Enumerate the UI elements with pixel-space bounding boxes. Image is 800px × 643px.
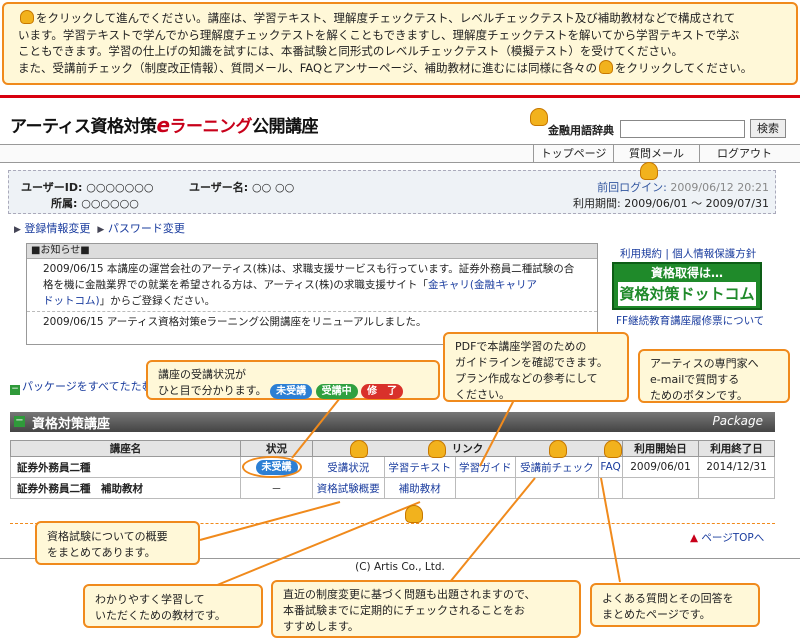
app-page: アーティス資格対策eラーニング公開講座 金融用語辞典 検索 トップページ 質問メ… bbox=[0, 98, 800, 575]
link-study-status[interactable]: 受講状況 bbox=[327, 462, 369, 474]
user-org: 所属: ○○○○○○ bbox=[51, 197, 139, 210]
column-header: 講座名 bbox=[10, 440, 241, 457]
link-faq[interactable]: FAQ bbox=[600, 461, 620, 473]
triangle-icon: ▶ bbox=[97, 225, 105, 235]
table-row: 証券外務員二種 未受講 受講状況 学習テキスト 学習ガイド 受講前チェック FA… bbox=[10, 456, 775, 478]
nav-logout[interactable]: ログアウト bbox=[699, 145, 789, 163]
instruction-note: をクリックして進んでください。講座は、学習テキスト、理解度チェックテスト、レベル… bbox=[2, 2, 798, 85]
triangle-icon: ▶ bbox=[14, 225, 21, 235]
column-header: 状況 bbox=[240, 440, 313, 457]
hand-pointer-icon bbox=[640, 162, 658, 180]
link-exam-overview[interactable]: 資格試験概要 bbox=[317, 483, 380, 495]
badge-completed: 修 了 bbox=[361, 384, 404, 399]
user-links: ▶ 登録情報変更 ▶ パスワード変更 bbox=[14, 220, 185, 236]
column-header: 利用開始日 bbox=[622, 440, 699, 457]
kincareer-link[interactable]: 金キャリ(金融キャリア bbox=[428, 279, 537, 291]
minus-icon: − bbox=[10, 384, 20, 395]
link-pre-check[interactable]: 受講前チェック bbox=[520, 462, 594, 474]
collapse-all-link[interactable]: − パッケージをすべてたたむ bbox=[10, 378, 153, 395]
link-change-password[interactable]: パスワード変更 bbox=[108, 222, 185, 235]
link-edit-registration[interactable]: 登録情報変更 bbox=[24, 222, 90, 235]
policy-links: 利用規約 | 個人情報保護方針 bbox=[620, 248, 757, 260]
link-ff-education[interactable]: FF継続教育講座履修票について bbox=[616, 313, 764, 328]
site-logo[interactable]: アーティス資格対策eラーニング公開講座 bbox=[10, 112, 319, 137]
overview-callout: 資格試験についての概要 をまとめてあります。 bbox=[35, 521, 200, 565]
guide-callout: PDFで本講座学習のための ガイドラインを確認できます。 プラン作成などの参考に… bbox=[443, 332, 629, 402]
link-aux-material[interactable]: 補助教材 bbox=[399, 483, 441, 495]
badge-not-started: 未受講 bbox=[270, 384, 313, 399]
hand-pointer-icon bbox=[350, 440, 368, 458]
note-line: また、受講前チェック（制度改正情報）、質問メール、FAQとアンサーページ、補助教… bbox=[18, 60, 597, 75]
minus-icon[interactable]: − bbox=[14, 416, 25, 427]
page-top-link[interactable]: ▲ ページTOPへ bbox=[690, 530, 764, 545]
note-line: こともできます。学習の仕上げの知識を試すには、本番試験と同形式のレベルチェックテ… bbox=[18, 44, 684, 58]
news-item: 2009/06/15 本講座の運営会社のアーティス(株)は、求職支援サービスも行… bbox=[27, 259, 597, 312]
last-login: 前回ログイン: 2009/06/12 20:21 bbox=[597, 181, 769, 194]
user-info-box: ユーザーID: ○○○○○○○ ユーザー名: ○○ ○○ 所属: ○○○○○○ … bbox=[8, 170, 776, 214]
glossary-label: 金融用語辞典 bbox=[548, 124, 614, 137]
hand-pointer-icon bbox=[428, 440, 446, 458]
nav-top-page[interactable]: トップページ bbox=[533, 145, 613, 163]
package-table: 講座名 状況 リンク 利用開始日 利用終了日 証券外務員二種 未受講 受講状況 … bbox=[10, 440, 775, 499]
usage-period: 利用期間: 2009/06/01 ～ 2009/07/31 bbox=[573, 197, 769, 210]
hand-pointer-icon bbox=[599, 59, 613, 74]
status-callout: 講座の受講状況が ひと目で分かります。 未受講 受講中 修 了 bbox=[146, 360, 440, 400]
nav-question-mail[interactable]: 質問メール bbox=[613, 145, 699, 163]
badge-in-progress: 受講中 bbox=[315, 384, 358, 399]
user-name: ユーザー名: ○○ ○○ bbox=[189, 181, 295, 194]
precheck-callout: 直近の制度変更に基づく問題も出題されますので、 本番試験までに定期的にチェックさ… bbox=[271, 580, 581, 638]
column-header: 利用終了日 bbox=[698, 440, 775, 457]
faq-callout: よくある質問とその回答を まとめたページです。 bbox=[590, 583, 760, 627]
news-heading: ■お知らせ■ bbox=[27, 244, 597, 259]
note-line: います。学習テキストで学んでから理解度チェックテストを解くこともできますし、理解… bbox=[18, 27, 740, 42]
hand-pointer-icon bbox=[405, 505, 423, 523]
status-highlight-oval bbox=[242, 456, 302, 478]
top-nav: トップページ 質問メール ログアウト bbox=[0, 144, 800, 163]
aux-callout: わかりやすく学習して いただくための教材です。 bbox=[83, 584, 263, 628]
note-line: をクリックしてください。 bbox=[615, 60, 753, 75]
link-terms[interactable]: 利用規約 bbox=[620, 248, 662, 260]
search-button[interactable]: 検索 bbox=[750, 119, 786, 138]
section-header[interactable]: − 資格対策講座 Package bbox=[10, 412, 775, 432]
hand-pointer-icon bbox=[530, 108, 548, 126]
table-row: 証券外務員二種 補助教材 － 資格試験概要 補助教材 bbox=[10, 477, 775, 499]
link-privacy[interactable]: 個人情報保護方針 bbox=[672, 248, 756, 260]
hand-pointer-icon bbox=[549, 440, 567, 458]
mail-callout: アーティスの専門家へ e-mailで質問する ためのボタンです。 bbox=[638, 349, 790, 403]
news-item: 2009/06/15 アーティス資格対策eラーニング公開講座をリニューアルしまし… bbox=[43, 316, 427, 328]
kincareer-link[interactable]: ドットコム) bbox=[43, 295, 100, 307]
hand-pointer-icon bbox=[20, 10, 34, 24]
news-box: ■お知らせ■ 2009/06/15 本講座の運営会社のアーティス(株)は、求職支… bbox=[26, 243, 598, 345]
link-study-guide[interactable]: 学習ガイド bbox=[459, 462, 512, 474]
glossary-search-input[interactable] bbox=[620, 120, 745, 138]
user-id: ユーザーID: ○○○○○○○ bbox=[21, 181, 154, 194]
link-study-text[interactable]: 学習テキスト bbox=[388, 462, 451, 474]
note-line: をクリックして進んでください。講座は、学習テキスト、理解度チェックテスト、レベル… bbox=[36, 11, 736, 25]
hand-pointer-icon bbox=[604, 440, 622, 458]
shikaku-banner[interactable]: 資格取得は… 資格対策ドットコム bbox=[612, 262, 762, 310]
